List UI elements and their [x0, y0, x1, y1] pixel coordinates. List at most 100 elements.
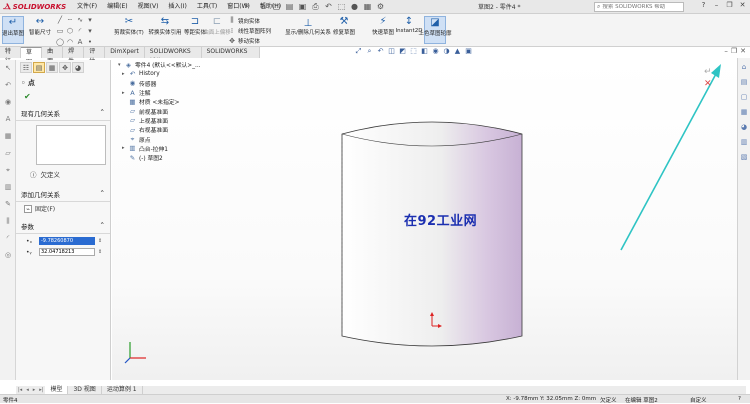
tree-item[interactable]: ▦ 材质 <未指定>	[118, 97, 228, 107]
zoom-to-fit-icon[interactable]: ⤢	[354, 47, 363, 56]
help-status-icon[interactable]: ?	[738, 396, 741, 402]
display-manager-tab-icon[interactable]: ◕	[72, 62, 84, 73]
material-icon[interactable]: ▦	[1, 130, 15, 142]
spline-dropdown-icon[interactable]: ▾	[86, 16, 94, 24]
section-view-icon[interactable]: ◫	[387, 47, 396, 56]
solidworks-resources-icon[interactable]: ⌂	[738, 61, 750, 73]
solidworks-logo[interactable]: Ⲇ SOLIDWORKS	[3, 1, 66, 13]
confirm-exit-icon[interactable]: ↵	[704, 66, 712, 78]
trim-entities-button[interactable]: ✂ 剪裁实体(T)	[112, 16, 146, 36]
x-spin-icon[interactable]: ⇕	[98, 238, 102, 244]
offset-on-surface-button[interactable]: ⊏ 曲面上偏移	[203, 16, 231, 36]
close-icon[interactable]: ✕	[738, 1, 747, 9]
edit-appearance-icon[interactable]: ◑	[442, 47, 451, 56]
menu-view[interactable]: 视图(V)	[133, 2, 164, 12]
zoom-area-icon[interactable]: ⌕	[365, 47, 374, 56]
display-style-icon[interactable]: ◧	[420, 47, 429, 56]
feature-manager-tab-icon[interactable]: ☷	[20, 62, 32, 73]
plane-icon[interactable]: ▱	[1, 147, 15, 159]
property-manager-tab-icon[interactable]: ▤	[33, 62, 45, 73]
tab-dimxpert[interactable]: DimXpert	[105, 47, 145, 58]
tree-item[interactable]: ▱ 上视基准面	[118, 116, 228, 125]
tab-motion-study[interactable]: 运动算例 1	[102, 386, 143, 394]
spline-icon[interactable]: ∿	[76, 16, 84, 24]
ok-button[interactable]: ✔	[16, 91, 110, 102]
menu-edit[interactable]: 编辑(E)	[102, 2, 132, 12]
polygon-icon[interactable]: ⬡	[66, 27, 74, 35]
last-tab-icon[interactable]: ▸|	[37, 386, 45, 394]
smart-dimension-button[interactable]: ↔ 智能尺寸	[28, 16, 52, 36]
tree-item[interactable]: ✎ (-) 草图2	[118, 153, 228, 163]
fillet-small-icon[interactable]: ◜	[1, 232, 15, 244]
fix-relation-button[interactable]: ⌁ 固定(F)	[16, 202, 110, 215]
options-icon[interactable]: ⚙	[375, 1, 386, 12]
tree-item[interactable]: ⌖ 原点	[118, 134, 228, 144]
origin-small-icon[interactable]: ⌖	[1, 164, 15, 176]
apply-scene-icon[interactable]: ▲	[453, 47, 462, 56]
previous-view-icon[interactable]: ↶	[376, 47, 385, 56]
line-icon[interactable]: ╱	[56, 16, 64, 24]
arc-icon[interactable]: ◠	[66, 38, 74, 46]
design-library-icon[interactable]: ▤	[738, 76, 750, 88]
view-settings-icon[interactable]: ▣	[464, 47, 473, 56]
mirror-small-icon[interactable]: ⫼	[1, 215, 15, 227]
y-coordinate-input[interactable]	[39, 248, 95, 256]
hole-small-icon[interactable]: ◎	[1, 249, 15, 261]
forum-icon[interactable]: ▧	[738, 151, 750, 163]
text-icon[interactable]: A	[76, 38, 84, 46]
annotation-icon[interactable]: A	[1, 113, 15, 125]
rebuild-icon[interactable]: ●	[349, 1, 360, 12]
tab-weldments[interactable]: 焊件	[63, 47, 85, 65]
circle-icon[interactable]: ◯	[56, 38, 64, 46]
tree-item[interactable]: ▸ ▥ 凸台-拉伸1	[118, 144, 228, 153]
tree-item[interactable]: ▸ ↶ History	[118, 69, 228, 78]
viewport-minimize-icon[interactable]: –	[724, 47, 728, 55]
file-explorer-icon[interactable]: ▢	[738, 91, 750, 103]
select-icon[interactable]: ⬚	[336, 1, 347, 12]
menu-file[interactable]: 文件(F)	[72, 2, 102, 12]
y-spin-icon[interactable]: ⇕	[98, 249, 102, 255]
tab-evaluate[interactable]: 评估	[84, 47, 106, 65]
tab-addins[interactable]: SOLIDWORKS 插件	[145, 47, 202, 65]
tree-item[interactable]: ▱ 右视基准面	[118, 125, 228, 135]
new-file-icon[interactable]: ▢	[271, 1, 282, 12]
convert-entities-button[interactable]: ⇆ 转换实体引用	[148, 16, 182, 36]
rectangle-icon[interactable]: ▭	[56, 27, 64, 35]
tree-item[interactable]: ▸ A 注解	[118, 88, 228, 98]
sketch-small-icon[interactable]: ✎	[1, 198, 15, 210]
tree-item[interactable]: ▾ ◈ 零件4 (默认<<默认>_...	[118, 60, 228, 70]
viewport-restore-icon[interactable]: ❐	[731, 47, 737, 55]
custom-properties-icon[interactable]: ▥	[738, 136, 750, 148]
pointer-icon[interactable]: ↖	[1, 62, 15, 74]
home-icon[interactable]: ⌂	[258, 1, 269, 12]
appearances-icon[interactable]: ◕	[738, 121, 750, 133]
viewport-close-icon[interactable]: ✕	[740, 47, 746, 55]
tab-sketch[interactable]: 草图	[21, 47, 43, 66]
menu-tools[interactable]: 工具(T)	[192, 2, 222, 12]
configuration-manager-tab-icon[interactable]: ▦	[46, 62, 58, 73]
display-relations-button[interactable]: ⊥ 显示/删除几何关系	[283, 19, 333, 37]
search-input[interactable]	[602, 4, 673, 10]
tab-3d-views[interactable]: 3D 视图	[68, 386, 102, 394]
view-orientation-icon[interactable]: ⬚	[409, 47, 418, 56]
dynamic-annotation-icon[interactable]: ◩	[398, 47, 407, 56]
undo-icon[interactable]: ↶	[323, 1, 334, 12]
extrude-icon[interactable]: ▥	[1, 181, 15, 193]
help-search[interactable]: ⌕	[594, 2, 684, 12]
restore-icon[interactable]: ❐	[725, 1, 734, 9]
collapse-icon[interactable]: ⌃	[100, 221, 105, 231]
help-icon[interactable]: ?	[699, 1, 708, 9]
tab-mbd[interactable]: SOLIDWORKS MBD	[202, 47, 260, 65]
exit-sketch-button[interactable]: ↵ 退出草图	[2, 16, 24, 44]
move-entities-button[interactable]: ✥ 移动实体	[228, 37, 271, 45]
add-relations-header[interactable]: 添加几何关系 ⌃	[16, 187, 110, 202]
sensor-icon[interactable]: ◉	[1, 96, 15, 108]
fillet-dropdown-icon[interactable]: ▾	[86, 27, 94, 35]
parameters-header[interactable]: 参数 ⌃	[16, 219, 110, 234]
collapse-icon[interactable]: ⌃	[100, 108, 105, 118]
tab-surfaces[interactable]: 曲面	[42, 47, 64, 65]
existing-relations-header[interactable]: 现有几何关系 ⌃	[16, 106, 110, 121]
collapse-icon[interactable]: ⌃	[100, 189, 105, 199]
x-coordinate-input[interactable]	[39, 237, 95, 245]
history-icon[interactable]: ↶	[1, 79, 15, 91]
